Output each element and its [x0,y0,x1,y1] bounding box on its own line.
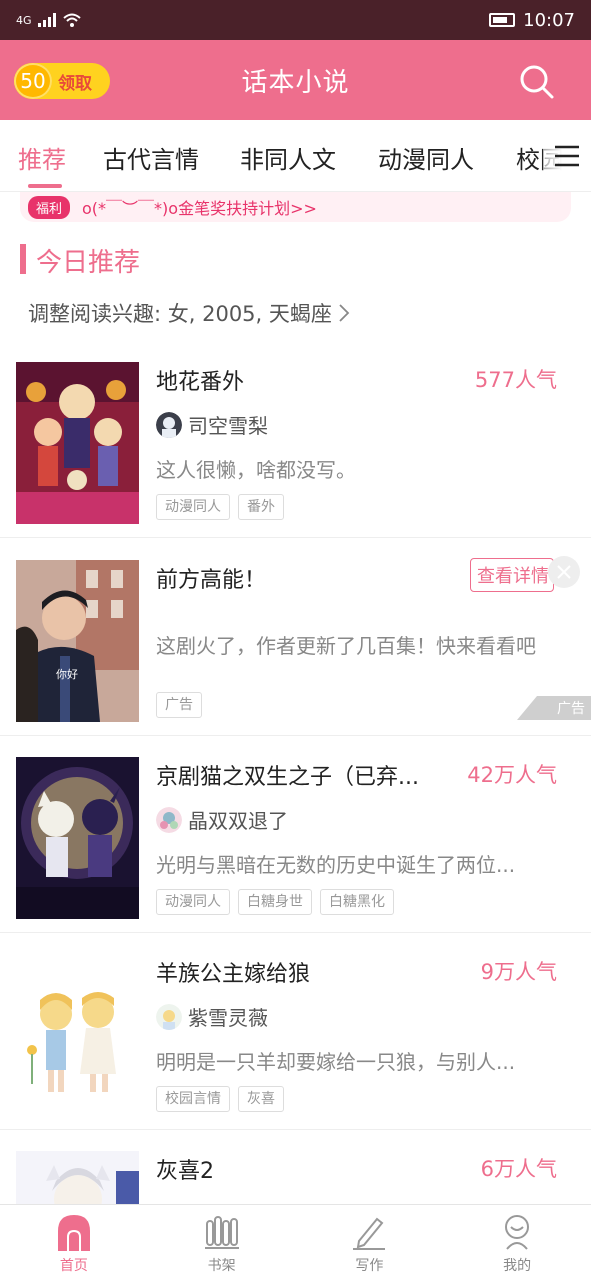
app-title: 话本小说 [241,67,350,98]
book-tag[interactable]: 校园言情 [156,1086,230,1112]
popularity-count: 6万人气 [480,1157,557,1181]
book-description: 明明是一只羊却要嫁给一只狼，与别人... [156,1050,516,1074]
promo-banner[interactable]: 福利 o(*￣︶￣*)o金笔奖扶持计划>> [20,192,571,222]
book-tag[interactable]: 灰喜 [238,1086,284,1112]
bottom-navigation: 首页 书架 写作 我的 [0,1204,591,1280]
author-name: 紫雪灵薇 [188,1006,268,1030]
tab-menu-button[interactable] [543,120,591,191]
book-item[interactable]: 羊族公主嫁给狼 9万人气 紫雪灵薇 明明是一只羊却要嫁给一只狼，与别人... 校… [0,934,591,1130]
home-icon [57,1215,90,1251]
nav-home[interactable]: 首页 [0,1205,148,1280]
search-icon[interactable] [517,62,557,102]
view-details-button[interactable]: 查看详情 [470,558,554,592]
coin-icon: 50 [14,63,52,99]
tab-original[interactable]: 非同人文 [240,140,336,175]
category-tabs: 推荐 古代言情 非同人文 动漫同人 校园 [0,120,591,192]
menu-icon [555,145,579,167]
book-title: 地花番外 [156,370,245,395]
ad-tag: 广告 [156,692,202,718]
app-header: 50 领取 话本小说 [0,40,591,120]
nav-home-label: 首页 [59,1258,88,1274]
wifi-icon [62,13,81,27]
author-row[interactable]: 司空雪梨 [156,410,268,439]
book-item[interactable]: 地花番外 577人气 司空雪梨 这人很懒，啥都没写。 动漫同人 番外 [0,342,591,538]
book-tag[interactable]: 动漫同人 [156,494,230,520]
ad-description: 这剧火了，作者更新了几百集！快来看看吧 [156,634,536,658]
tab-ancient-romance[interactable]: 古代言情 [103,140,199,175]
book-title: 京剧猫之双生之子（已弃... [156,765,419,790]
pen-icon [353,1217,386,1250]
profile-icon [505,1215,530,1250]
book-cover [16,954,139,1116]
book-title: 羊族公主嫁给狼 [156,962,311,987]
promo-text: o(*￣︶￣*)o金笔奖扶持计划>> [82,199,317,218]
author-row[interactable]: 紫雪灵薇 [156,1002,268,1031]
tab-recommend[interactable]: 推荐 [18,140,66,175]
book-tag[interactable]: 番外 [238,494,284,520]
nav-profile[interactable]: 我的 [443,1205,591,1280]
ad-title: 前方高能！ [156,568,267,593]
book-cover [16,362,139,524]
nav-write[interactable]: 写作 [296,1205,444,1280]
book-title: 灰喜2 [156,1159,214,1184]
author-name: 晶双双退了 [188,809,288,833]
book-cover [16,757,139,919]
avatar [156,1003,182,1030]
book-item[interactable]: 京剧猫之双生之子（已弃... 42万人气 晶双双退了 光明与黑暗在无数的历史中诞… [0,737,591,933]
tab-indicator [28,184,62,188]
popularity-count: 577人气 [474,368,557,392]
avatar [156,806,182,833]
close-ad-button[interactable] [548,556,580,588]
author-name: 司空雪梨 [188,414,268,438]
author-row[interactable]: 晶双双退了 [156,805,288,834]
nav-write-label: 写作 [355,1258,384,1274]
ad-cover: 你好 [16,560,139,722]
coin-claim-label: 领取 [58,73,92,94]
book-description: 光明与黑暗在无数的历史中诞生了两位... [156,853,516,877]
reading-interest-text: 调整阅读兴趣: 女, 2005, 天蝎座 [28,302,332,326]
avatar [156,411,182,438]
status-bar: 4G 10:07 [0,0,591,40]
bookshelf-icon [204,1216,239,1249]
chevron-right-icon [339,304,350,322]
section-accent-bar [20,244,26,274]
ad-corner-text: 广告 [557,701,585,717]
nav-bookshelf-label: 书架 [207,1258,236,1274]
battery-icon [489,13,516,27]
promo-tag: 福利 [28,195,71,219]
reading-interest-link[interactable]: 调整阅读兴趣: 女, 2005, 天蝎座 [28,298,350,328]
signal-icon [37,13,56,27]
book-tag[interactable]: 白糖黑化 [320,889,394,915]
popularity-count: 42万人气 [467,763,557,787]
coin-reward-button[interactable]: 50 领取 [14,63,110,99]
tab-anime-fanfic[interactable]: 动漫同人 [378,140,474,175]
book-tag[interactable]: 白糖身世 [238,889,312,915]
popularity-count: 9万人气 [480,960,557,984]
book-tag[interactable]: 动漫同人 [156,889,230,915]
network-label: 4G [16,13,32,27]
ad-corner-label: 广告 [517,696,591,720]
cover-caption: 你好 [56,668,78,681]
close-icon [557,565,571,579]
book-description: 这人很懒，啥都没写。 [156,458,356,482]
clock: 10:07 [523,9,575,31]
section-title: 今日推荐 [36,248,141,278]
nav-profile-label: 我的 [503,1258,532,1274]
ad-item[interactable]: 你好 前方高能！ 查看详情 这剧火了，作者更新了几百集！快来看看吧 广告 广告 [0,540,591,736]
nav-bookshelf[interactable]: 书架 [148,1205,296,1280]
